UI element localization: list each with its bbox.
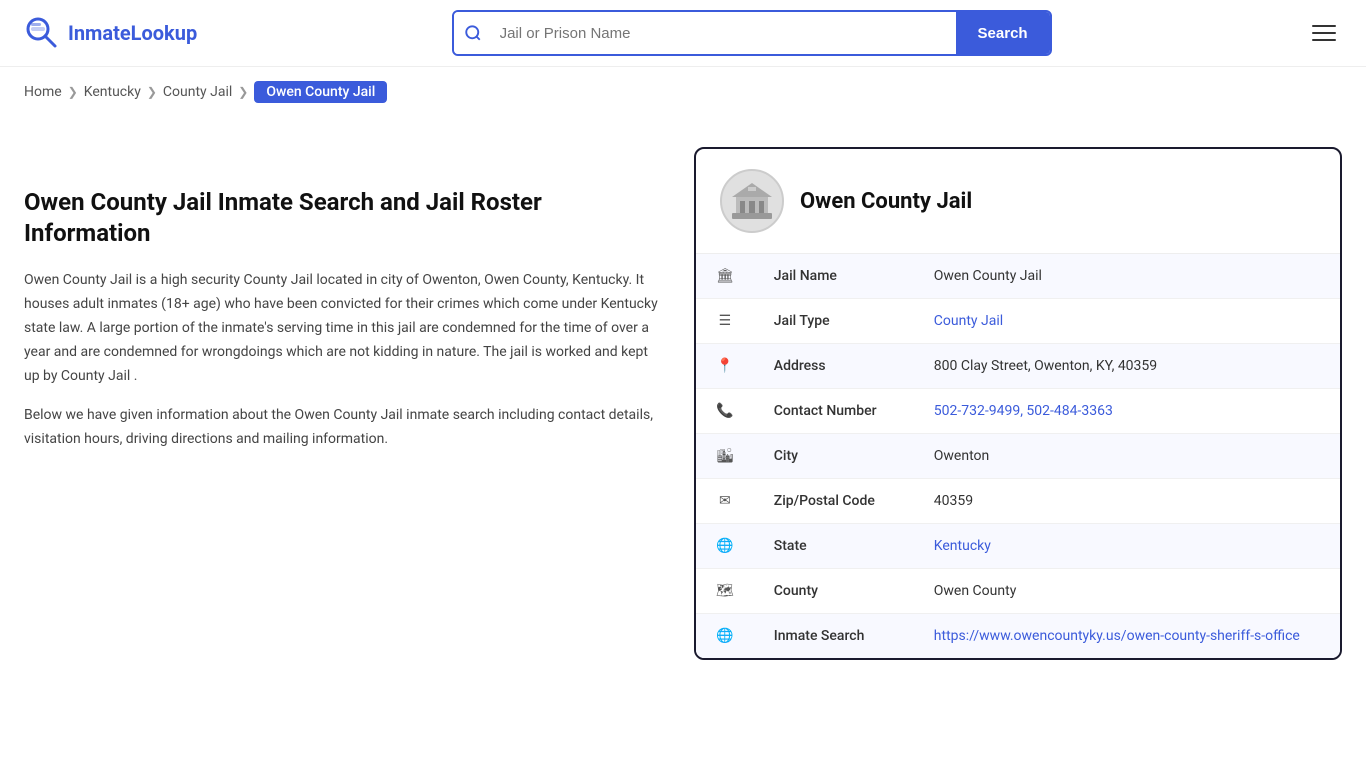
row-link[interactable]: 502-732-9499, 502-484-3363 (934, 403, 1113, 419)
breadcrumb-current: Owen County Jail (254, 81, 387, 103)
hamburger-menu-button[interactable] (1306, 19, 1342, 47)
breadcrumb-kentucky[interactable]: Kentucky (84, 84, 141, 100)
search-button[interactable]: Search (956, 12, 1050, 54)
row-value: Owen County Jail (914, 254, 1340, 299)
breadcrumb-chevron-2: ❯ (147, 85, 157, 99)
main-content: Owen County Jail Inmate Search and Jail … (0, 117, 1366, 690)
row-label: Contact Number (754, 389, 914, 434)
row-label: Address (754, 344, 914, 389)
site-header: InmateLookup Search (0, 0, 1366, 67)
breadcrumb-chevron-1: ❯ (68, 85, 78, 99)
search-icon (454, 12, 492, 54)
search-area: Search (452, 10, 1052, 56)
row-icon: 🏙 (696, 434, 754, 479)
row-icon: 📍 (696, 344, 754, 389)
description-paragraph-1: Owen County Jail is a high security Coun… (24, 269, 664, 388)
description-paragraph-2: Below we have given information about th… (24, 404, 664, 452)
row-icon: 🏛 (696, 254, 754, 299)
table-row: ☰Jail Type County Jail (696, 299, 1340, 344)
table-row: 🏛Jail NameOwen County Jail (696, 254, 1340, 299)
logo-icon (24, 15, 60, 51)
row-value[interactable]: County Jail (914, 299, 1340, 344)
row-icon: 🌐 (696, 524, 754, 569)
row-value: Owenton (914, 434, 1340, 479)
table-row: 📞Contact Number 502-732-9499, 502-484-336… (696, 389, 1340, 434)
card-title: Owen County Jail (800, 189, 972, 214)
table-row: ✉Zip/Postal Code40359 (696, 479, 1340, 524)
row-icon: 🌐 (696, 614, 754, 659)
search-input[interactable] (492, 12, 956, 54)
breadcrumb: Home ❯ Kentucky ❯ County Jail ❯ Owen Cou… (0, 67, 1366, 117)
row-value: Owen County (914, 569, 1340, 614)
info-table: 🏛Jail NameOwen County Jail☰Jail TypeCoun… (696, 254, 1340, 658)
table-row: 🌐Inmate Search https://www.owencountyky.u… (696, 614, 1340, 659)
info-card: Owen County Jail 🏛Jail NameOwen County J… (694, 147, 1342, 660)
jail-avatar (720, 169, 784, 233)
row-label: Inmate Search (754, 614, 914, 659)
table-row: 🏙CityOwenton (696, 434, 1340, 479)
row-link[interactable]: https://www.owencountyky.us/owen-county-… (934, 628, 1300, 644)
row-value[interactable]: 502-732-9499, 502-484-3363 (914, 389, 1340, 434)
page-heading: Owen County Jail Inmate Search and Jail … (24, 187, 664, 249)
logo-text: InmateLookup (68, 21, 197, 45)
row-label: Zip/Postal Code (754, 479, 914, 524)
row-link[interactable]: County Jail (934, 313, 1003, 329)
row-label: City (754, 434, 914, 479)
row-icon: ☰ (696, 299, 754, 344)
row-label: State (754, 524, 914, 569)
row-value: 800 Clay Street, Owenton, KY, 40359 (914, 344, 1340, 389)
left-panel: Owen County Jail Inmate Search and Jail … (24, 147, 664, 660)
logo-link[interactable]: InmateLookup (24, 15, 197, 51)
breadcrumb-county-jail[interactable]: County Jail (163, 84, 232, 100)
breadcrumb-chevron-3: ❯ (238, 85, 248, 99)
row-icon: ✉ (696, 479, 754, 524)
card-header: Owen County Jail (696, 149, 1340, 254)
table-row: 🌐State Kentucky (696, 524, 1340, 569)
table-row: 🗺CountyOwen County (696, 569, 1340, 614)
breadcrumb-home[interactable]: Home (24, 84, 62, 100)
row-icon: 🗺 (696, 569, 754, 614)
row-link[interactable]: Kentucky (934, 538, 991, 554)
row-label: Jail Type (754, 299, 914, 344)
row-value[interactable]: https://www.owencountyky.us/owen-county-… (914, 614, 1340, 659)
search-wrapper: Search (452, 10, 1052, 56)
row-value[interactable]: Kentucky (914, 524, 1340, 569)
row-icon: 📞 (696, 389, 754, 434)
row-label: Jail Name (754, 254, 914, 299)
row-label: County (754, 569, 914, 614)
row-value: 40359 (914, 479, 1340, 524)
table-row: 📍Address800 Clay Street, Owenton, KY, 40… (696, 344, 1340, 389)
